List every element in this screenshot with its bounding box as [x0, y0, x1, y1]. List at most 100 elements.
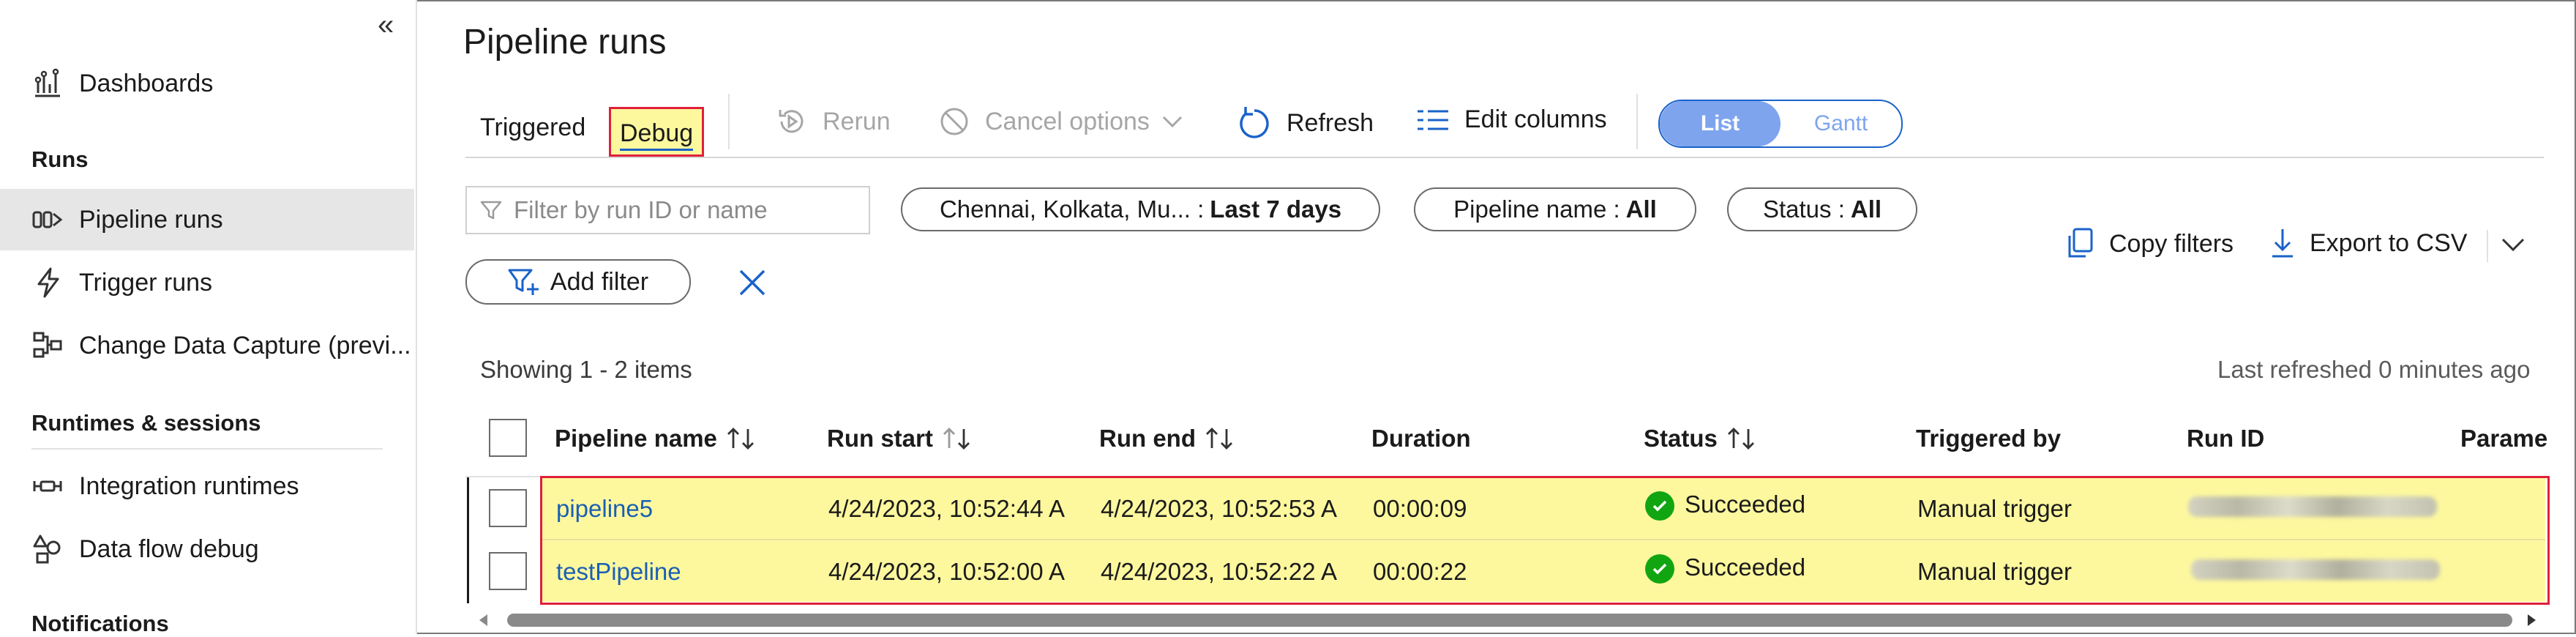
sidebar-item-pipeline-runs[interactable]: Pipeline runs [0, 189, 414, 250]
scroll-right-arrow[interactable] [2523, 612, 2539, 632]
sort-icon [1726, 426, 1756, 451]
column-header-run-id[interactable]: Run ID [2187, 425, 2264, 452]
refresh-button[interactable]: Refresh [1237, 105, 1374, 141]
view-toggle: List Gantt [1658, 100, 1903, 148]
column-label: Duration [1371, 425, 1471, 452]
select-all-checkbox[interactable] [489, 419, 527, 457]
last-refreshed: Last refreshed 0 minutes ago [2217, 356, 2531, 383]
scroll-left-arrow[interactable] [476, 612, 492, 632]
success-check-icon [1645, 554, 1674, 584]
refresh-label: Refresh [1287, 108, 1374, 137]
triggered-by: Manual trigger [1917, 495, 2072, 522]
column-header-status[interactable]: Status [1644, 425, 1756, 452]
trigger-icon [29, 264, 66, 301]
toolbar-divider [1636, 94, 1638, 149]
column-label: Run end [1099, 425, 1196, 452]
column-header-triggered-by[interactable]: Triggered by [1916, 425, 2061, 452]
sidebar-item-integration-runtimes[interactable]: Integration runtimes [0, 455, 414, 517]
add-filter-label: Add filter [550, 267, 649, 296]
integration-runtime-icon [29, 468, 66, 504]
rerun-button[interactable]: Rerun [776, 105, 891, 138]
column-label: Parame [2460, 425, 2548, 452]
add-filter-button[interactable]: Add filter [465, 259, 691, 305]
chevron-down-icon [1161, 114, 1183, 129]
column-header-run-end[interactable]: Run end [1099, 425, 1234, 452]
change-data-capture-icon [29, 327, 66, 364]
horizontal-scrollbar-thumb[interactable] [507, 614, 2512, 627]
success-check-icon [1645, 491, 1674, 521]
page-title: Pipeline runs [463, 23, 667, 62]
toolbar-divider [728, 94, 730, 149]
column-label: Run ID [2187, 425, 2265, 452]
triggered-by: Manual trigger [1917, 558, 2072, 585]
pipeline-name-link[interactable]: pipeline5 [556, 495, 653, 523]
status-cell: Succeeded [1645, 491, 1805, 521]
dashboard-icon [29, 65, 66, 102]
refresh-icon [1237, 105, 1272, 141]
tab-debug[interactable]: Debug [609, 107, 705, 157]
tab-triggered[interactable]: Triggered [480, 113, 585, 142]
collapse-sidebar-button[interactable]: « [378, 9, 394, 42]
time-filter-prefix: Chennai, Kolkata, Mu... : [939, 195, 1205, 223]
sidebar-item-label: Data flow debug [79, 534, 259, 563]
column-header-duration[interactable]: Duration [1371, 425, 1471, 452]
column-label: Run start [827, 425, 933, 452]
export-csv-label: Export to CSV [2310, 228, 2468, 257]
download-icon [2270, 227, 2295, 259]
status-filter-pill[interactable]: Status : All [1727, 187, 1917, 231]
column-header-run-start[interactable]: Run start [827, 425, 971, 452]
run-id-redacted [2191, 559, 2440, 580]
row-checkbox[interactable] [489, 552, 527, 590]
run-id-redacted [2188, 496, 2437, 517]
duration: 00:00:09 [1373, 495, 1467, 522]
duration: 00:00:22 [1373, 558, 1467, 585]
pipeline-filter-prefix: Pipeline name : [1453, 195, 1620, 223]
chevron-down-icon[interactable] [2500, 236, 2526, 257]
column-label: Pipeline name [555, 425, 717, 452]
edit-columns-button[interactable]: Edit columns [1416, 105, 1607, 134]
search-placeholder: Filter by run ID or name [514, 196, 768, 223]
cancel-options-button[interactable]: Cancel options [938, 105, 1183, 138]
section-divider [31, 448, 383, 450]
sort-icon [726, 426, 755, 451]
sidebar-item-label: Dashboards [79, 69, 214, 97]
view-list-button[interactable]: List [1660, 101, 1781, 146]
status-filter-value: All [1850, 195, 1882, 223]
column-header-pipeline-name[interactable]: Pipeline name [555, 425, 755, 452]
run-start: 4/24/2023, 10:52:44 A [828, 495, 1065, 522]
item-count: Showing 1 - 2 items [480, 356, 692, 383]
clear-filters-icon[interactable] [736, 267, 768, 302]
selection-indicator [467, 477, 469, 603]
column-header-parameters[interactable]: Parame [2460, 425, 2547, 452]
toolbar-bottom-border [465, 157, 2544, 158]
edit-columns-label: Edit columns [1464, 105, 1607, 133]
pipeline-name-link[interactable]: testPipeline [556, 558, 681, 586]
view-gantt-button[interactable]: Gantt [1781, 101, 1901, 146]
pipeline-name-filter-pill[interactable]: Pipeline name : All [1414, 187, 1696, 231]
sidebar-item-change-data-capture[interactable]: Change Data Capture (previ... [0, 315, 414, 376]
row-checkbox[interactable] [489, 489, 527, 527]
copy-filters-button[interactable]: Copy filters [2065, 227, 2234, 261]
tab-debug-label: Debug [620, 119, 694, 151]
sidebar-item-label: Integration runtimes [79, 472, 299, 500]
cancel-options-label: Cancel options [985, 107, 1150, 135]
export-divider [2487, 230, 2488, 262]
sidebar-item-dashboards[interactable]: Dashboards [0, 53, 414, 114]
search-input[interactable]: Filter by run ID or name [465, 186, 870, 234]
rerun-icon [776, 105, 808, 138]
data-flow-debug-icon [29, 531, 66, 567]
sort-icon [1205, 426, 1234, 451]
add-filter-icon [508, 267, 540, 297]
section-runtimes-sessions: Runtimes & sessions [31, 410, 261, 436]
time-filter-pill[interactable]: Chennai, Kolkata, Mu... : Last 7 days [901, 187, 1380, 231]
status-filter-prefix: Status : [1762, 195, 1845, 223]
export-csv-button[interactable]: Export to CSV [2270, 227, 2467, 259]
section-runs: Runs [31, 146, 89, 172]
section-notifications: Notifications [31, 611, 169, 636]
run-end: 4/24/2023, 10:52:53 A [1101, 495, 1337, 522]
rerun-label: Rerun [823, 107, 891, 135]
status-text: Succeeded [1685, 554, 1806, 581]
sidebar-item-data-flow-debug[interactable]: Data flow debug [0, 518, 414, 580]
status-cell: Succeeded [1645, 554, 1805, 584]
sidebar-item-trigger-runs[interactable]: Trigger runs [0, 252, 414, 313]
